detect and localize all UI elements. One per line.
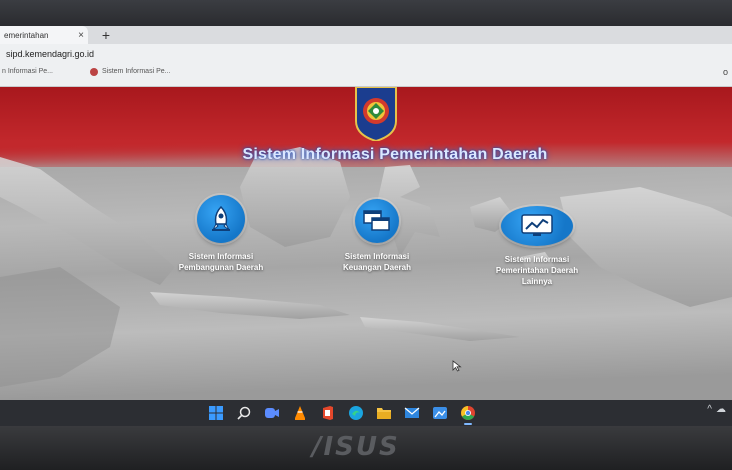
file-explorer-icon[interactable]: [374, 403, 394, 423]
sipd-landing-page: Sistem Informasi Pemerintahan Daerah Sis…: [0, 87, 732, 400]
asus-logo: /ISUS: [312, 432, 400, 462]
service-pembangunan-daerah[interactable]: Sistem Informasi Pembangunan Daerah: [156, 195, 286, 273]
browser-chrome: emerintahan × + sipd.kemendagri.go.id n …: [0, 26, 732, 87]
service-label-line: Pembangunan Daerah: [178, 263, 264, 272]
vlc-icon[interactable]: [290, 403, 310, 423]
meet-icon[interactable]: [262, 403, 282, 423]
cloud-icon[interactable]: ☁: [716, 404, 726, 415]
start-icon[interactable]: [206, 403, 226, 423]
mouse-cursor-icon: [452, 360, 462, 372]
service-label: Sistem Informasi Pemerintahan Daerah Lai…: [472, 254, 602, 287]
tab-strip: emerintahan × +: [0, 26, 732, 44]
windows-icon: [355, 199, 399, 243]
system-tray: ^ ☁: [707, 404, 726, 415]
office-icon[interactable]: [318, 403, 338, 423]
taskbar-icons: [206, 403, 478, 425]
photos-icon[interactable]: [430, 403, 450, 423]
service-label-line: Sistem Informasi: [188, 252, 254, 261]
service-label: Sistem Informasi Pembangunan Daerah: [156, 251, 286, 273]
bookmarks-bar: n Informasi Pe... Sistem Informasi Pe...…: [0, 64, 732, 80]
site-favicon-icon: [90, 68, 98, 76]
screen-top-bezel: [0, 0, 732, 26]
mail-icon[interactable]: [402, 403, 422, 423]
bookmark-item[interactable]: n Informasi Pe...: [2, 64, 53, 80]
tab-close-button[interactable]: ×: [74, 30, 88, 41]
address-bar[interactable]: sipd.kemendagri.go.id: [0, 46, 732, 62]
edge-icon[interactable]: [346, 403, 366, 423]
service-label-line: Sistem Informasi: [344, 252, 410, 261]
service-label-line: Lainnya: [521, 277, 553, 286]
service-label-line: Sistem Informasi: [504, 255, 570, 264]
page-title: Sistem Informasi Pemerintahan Daerah: [242, 146, 548, 163]
browser-tab[interactable]: emerintahan ×: [0, 26, 88, 44]
bookmark-item[interactable]: Sistem Informasi Pe...: [90, 64, 170, 80]
service-keuangan-daerah[interactable]: Sistem Informasi Keuangan Daerah: [312, 199, 442, 273]
chart-monitor-icon: [501, 206, 573, 246]
search-icon[interactable]: [234, 403, 254, 423]
bookmark-label: Sistem Informasi Pe...: [102, 68, 171, 75]
garuda-emblem-logo: [355, 87, 397, 141]
new-tab-button[interactable]: +: [98, 26, 114, 44]
service-label-line: Keuangan Daerah: [342, 263, 412, 272]
overflow-icon[interactable]: o: [723, 64, 728, 80]
service-label-line: Pemerintahan Daerah: [495, 266, 579, 275]
windows-taskbar: [0, 400, 732, 426]
tab-title: emerintahan: [4, 30, 49, 40]
service-label: Sistem Informasi Keuangan Daerah: [312, 251, 442, 273]
laptop-bezel: /ISUS: [0, 426, 732, 470]
tray-expand-icon[interactable]: ^: [707, 404, 712, 415]
chrome-icon[interactable]: [458, 403, 478, 425]
service-pemerintahan-daerah-lainnya[interactable]: Sistem Informasi Pemerintahan Daerah Lai…: [472, 206, 602, 287]
rocket-icon: [197, 195, 245, 243]
